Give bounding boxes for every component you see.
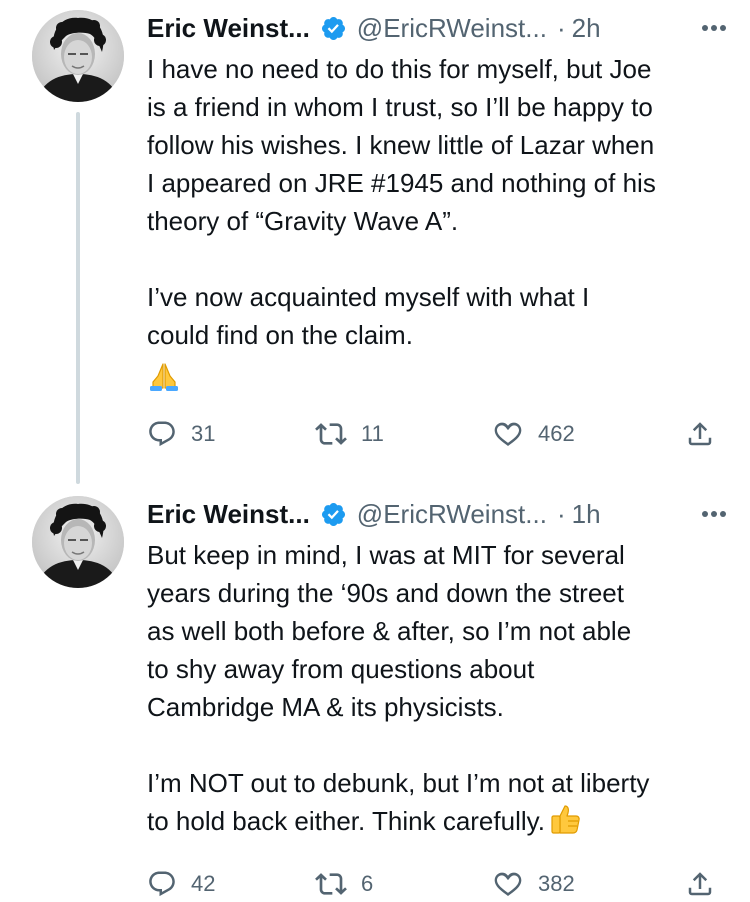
tweet-text-line: I’m NOT out to debunk, but I’m not at li…	[147, 768, 650, 798]
tweet-text-line: I’ve now acquainted myself with what I	[147, 282, 590, 312]
verified-badge-icon	[321, 16, 345, 40]
avatar[interactable]	[32, 496, 124, 588]
tweet-text-line: is a friend in whom I trust, so I’ll be …	[147, 92, 653, 122]
retweet-icon	[315, 423, 347, 445]
reply-icon	[149, 421, 175, 447]
handle[interactable]: @EricRWeinst...	[357, 13, 547, 44]
more-icon[interactable]	[701, 10, 727, 46]
reply-button[interactable]: 31	[147, 416, 215, 452]
more-icon[interactable]	[701, 496, 727, 532]
tweet-text-line: could find on the claim.	[147, 320, 413, 350]
display-name[interactable]: Eric Weinst...	[147, 499, 310, 530]
share-icon	[688, 422, 712, 446]
tweet-text-line: theory of “Gravity Wave A”.	[147, 206, 459, 236]
retweet-button[interactable]: 11	[315, 416, 384, 452]
separator-dot: ·	[556, 12, 566, 43]
share-button[interactable]	[685, 416, 729, 452]
tweet-text-last-line: to hold back either. Think carefully.	[147, 802, 732, 840]
tweet-actions: 42 6 382	[147, 866, 727, 902]
reply-button[interactable]: 42	[147, 866, 215, 902]
timestamp[interactable]: 1h	[572, 499, 601, 530]
tweet-text-line: I have no need to do this for myself, bu…	[147, 54, 652, 84]
retweet-count: 11	[361, 421, 384, 446]
tweet-text-blank-line	[147, 240, 732, 278]
separator-dot: ·	[556, 498, 566, 529]
tweet-text-line: to shy away from questions about	[147, 654, 535, 684]
like-icon	[494, 422, 522, 446]
retweet-icon	[315, 873, 347, 895]
reply-count: 31	[191, 421, 216, 446]
reply-count: 42	[191, 871, 216, 896]
tweet-text-line: follow his wishes. I knew little of Laza…	[147, 130, 655, 160]
verified-badge-icon	[321, 502, 345, 526]
timestamp[interactable]: 2h	[572, 13, 601, 44]
share-button[interactable]	[685, 866, 729, 902]
tweet-text: I have no need to do this for myself, bu…	[147, 50, 732, 392]
tweet-text-line: to hold back either. Think carefully.	[147, 806, 545, 836]
like-count: 462	[538, 421, 575, 446]
tweet-text-line: years during the ‘90s and down the stree…	[147, 578, 624, 608]
tweet-text: But keep in mind, I was at MIT for sever…	[147, 536, 732, 840]
tweet-header: Eric Weinst... @EricRWeinst... · 2h	[147, 10, 727, 46]
tweet-text-line: I appeared on JRE #1945 and nothing of h…	[147, 168, 656, 198]
retweet-count: 6	[361, 871, 374, 896]
tweet-text-line: But keep in mind, I was at MIT for sever…	[147, 540, 625, 570]
tweet-text-line: Cambridge MA & its physicists.	[147, 692, 504, 722]
like-count: 382	[538, 871, 575, 896]
tweet-text-line: as well both before & after, so I’m not …	[147, 616, 632, 646]
thread-connector-line	[76, 112, 80, 484]
retweet-button[interactable]: 6	[315, 866, 373, 902]
folded-hands-emoji	[150, 363, 178, 392]
thumbs-up-emoji	[551, 805, 580, 834]
tweet-actions: 31 11 462	[147, 416, 727, 452]
like-button[interactable]: 462	[492, 416, 575, 452]
handle[interactable]: @EricRWeinst...	[357, 499, 547, 530]
share-icon	[688, 872, 712, 896]
tweet-header: Eric Weinst... @EricRWeinst... · 1h	[147, 496, 727, 532]
like-button[interactable]: 382	[492, 866, 575, 902]
display-name[interactable]: Eric Weinst...	[147, 13, 310, 44]
tweet-text-blank-line	[147, 726, 732, 764]
like-icon	[494, 872, 522, 896]
reply-icon	[149, 871, 175, 897]
avatar[interactable]	[32, 10, 124, 102]
